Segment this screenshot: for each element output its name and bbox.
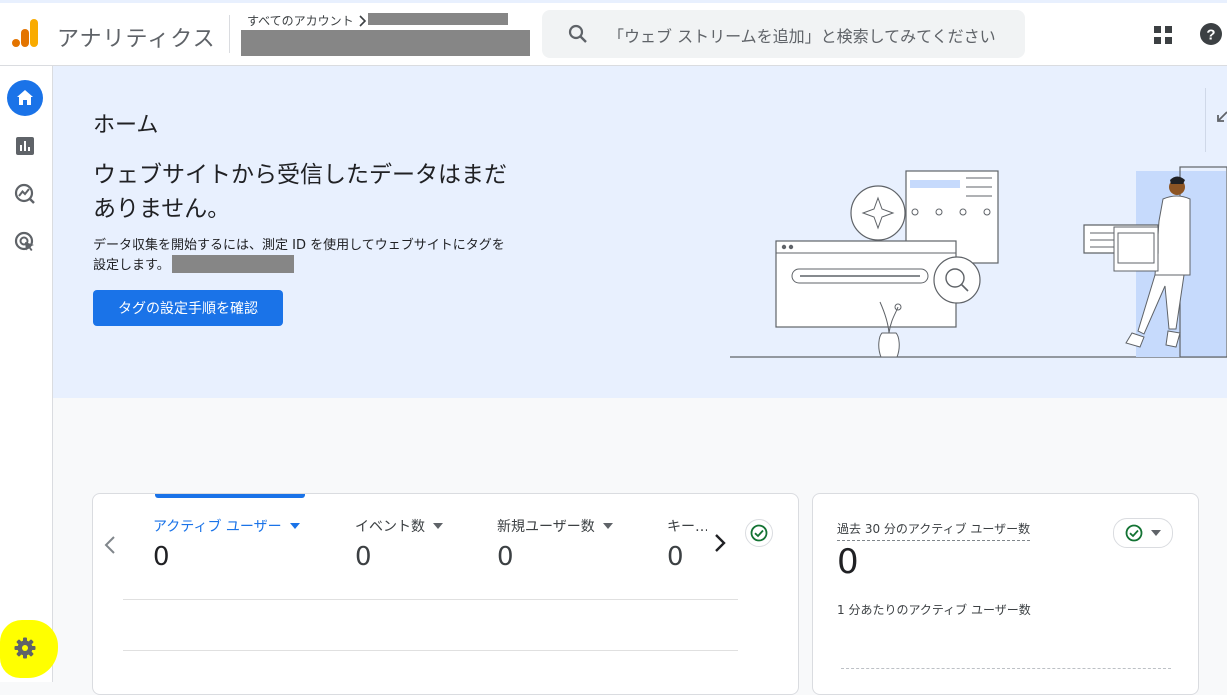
- svg-text:?: ?: [1206, 27, 1215, 44]
- selected-metric-indicator: [155, 494, 305, 498]
- metric-value: 0: [153, 542, 170, 572]
- app-title: アナリティクス: [57, 27, 216, 52]
- metric-label: 新規ユーザー数: [497, 516, 613, 536]
- redacted-measurement-id: [171, 255, 294, 273]
- search-icon: [568, 24, 587, 43]
- home-icon: [17, 90, 33, 105]
- metric-tab-key-events[interactable]: キー… 0: [667, 516, 707, 572]
- nav-home-button[interactable]: [7, 80, 43, 116]
- advertising-icon: [14, 231, 34, 251]
- left-nav-rail: [0, 66, 58, 682]
- check-circle-icon: [750, 524, 768, 542]
- no-data-headline: ウェブサイトから受信したデータはまだありません。: [93, 162, 507, 222]
- onboarding-illustration: [730, 166, 1227, 358]
- breadcrumb-all-accounts[interactable]: すべてのアカウント: [247, 12, 354, 29]
- metric-tab-event-count[interactable]: イベント数 0: [355, 516, 443, 572]
- nav-reports-button[interactable]: [7, 128, 43, 164]
- home-banner: ホーム ウェブサイトから受信したデータはまだありません。 データ収集を開始するに…: [53, 66, 1227, 398]
- realtime-card: 過去 30 分のアクティブ ユーザー数 0 1 分あたりのアクティブ ユーザー数: [812, 493, 1199, 695]
- data-quality-badge[interactable]: [745, 519, 773, 547]
- metric-label-text: イベント数: [355, 519, 425, 535]
- help-icon[interactable]: ?: [1199, 22, 1223, 46]
- top-header: アナリティクス すべてのアカウント 「ウェブ ストリームを追加」と検索してみてく…: [0, 3, 1227, 66]
- realtime-chart-baseline: [841, 668, 1171, 669]
- metric-label-text: 新規ユーザー数: [497, 519, 595, 535]
- header-divider: [229, 15, 230, 53]
- metric-tab-active-users[interactable]: アクティブ ユーザー 0: [153, 516, 300, 572]
- chevron-left-icon[interactable]: [103, 534, 117, 556]
- setup-description-text: データ収集を開始するには、測定 ID を使用してウェブサイトにタグを設定します。: [93, 238, 505, 273]
- realtime-value: 0: [837, 542, 859, 582]
- collapse-icon[interactable]: [1216, 110, 1227, 126]
- check-circle-icon: [1125, 524, 1143, 542]
- setup-description: データ収集を開始するには、測定 ID を使用してウェブサイトにタグを設定します。: [93, 236, 513, 275]
- caret-down-icon[interactable]: [289, 523, 300, 529]
- admin-settings-button[interactable]: [7, 630, 43, 666]
- realtime-subtitle: 1 分あたりのアクティブ ユーザー数: [837, 603, 1031, 617]
- caret-down-icon: [1151, 530, 1161, 536]
- search-bar[interactable]: 「ウェブ ストリームを追加」と検索してみてください: [542, 10, 1025, 58]
- account-breadcrumb[interactable]: すべてのアカウント: [247, 12, 367, 29]
- metric-value: 0: [355, 542, 372, 572]
- metric-tab-new-users[interactable]: 新規ユーザー数 0: [497, 516, 613, 572]
- explore-icon: [14, 183, 35, 204]
- chart-gridline: [123, 650, 738, 651]
- chevron-right-icon: [359, 14, 366, 27]
- redacted-property-selector[interactable]: [241, 30, 530, 56]
- reports-icon: [16, 137, 34, 155]
- chevron-right-icon[interactable]: [713, 532, 727, 554]
- analytics-logo[interactable]: [12, 18, 40, 48]
- realtime-title[interactable]: 過去 30 分のアクティブ ユーザー数: [837, 520, 1031, 541]
- caret-down-icon[interactable]: [433, 523, 443, 529]
- metric-value: 0: [497, 542, 514, 572]
- page-title: ホーム: [93, 113, 159, 138]
- nav-advertising-button[interactable]: [7, 224, 43, 260]
- chart-gridline: [123, 599, 738, 600]
- metric-label: アクティブ ユーザー: [153, 516, 300, 536]
- realtime-status-dropdown[interactable]: [1113, 518, 1173, 548]
- nav-explore-button[interactable]: [7, 176, 43, 212]
- metric-label-text: キー…: [667, 519, 707, 535]
- metric-value: 0: [667, 542, 684, 572]
- view-tag-setup-button[interactable]: タグの設定手順を確認: [93, 290, 283, 326]
- apps-grid-icon[interactable]: [1153, 25, 1173, 45]
- metric-label-text: アクティブ ユーザー: [153, 519, 282, 535]
- metric-label: キー…: [667, 516, 707, 536]
- metric-label: イベント数: [355, 516, 443, 536]
- banner-divider: [1205, 88, 1206, 152]
- gear-icon: [14, 637, 36, 659]
- caret-down-icon[interactable]: [602, 523, 613, 529]
- search-placeholder: 「ウェブ ストリームを追加」と検索してみてください: [608, 27, 996, 46]
- redacted-account-name: [368, 13, 508, 25]
- metrics-summary-card: アクティブ ユーザー 0 イベント数 0 新規ユーザー数 0 キー… 0: [92, 493, 799, 695]
